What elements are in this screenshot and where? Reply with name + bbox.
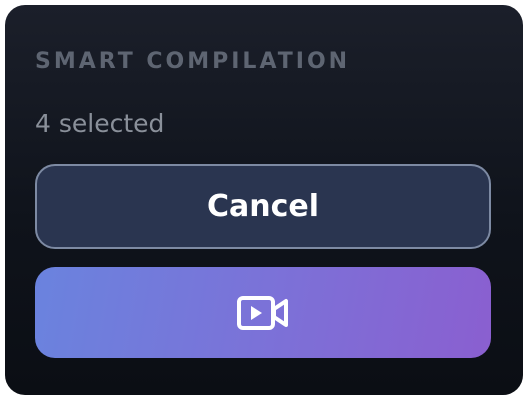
- video-camera-icon: [237, 295, 288, 330]
- section-title: SMART COMPILATION: [35, 49, 351, 74]
- cancel-button[interactable]: Cancel: [35, 164, 491, 249]
- create-video-button[interactable]: [35, 267, 491, 358]
- smart-compilation-panel: SMART COMPILATION 4 selected Cancel: [5, 5, 523, 395]
- cancel-button-label: Cancel: [206, 188, 320, 224]
- selection-count: 4 selected: [35, 109, 165, 138]
